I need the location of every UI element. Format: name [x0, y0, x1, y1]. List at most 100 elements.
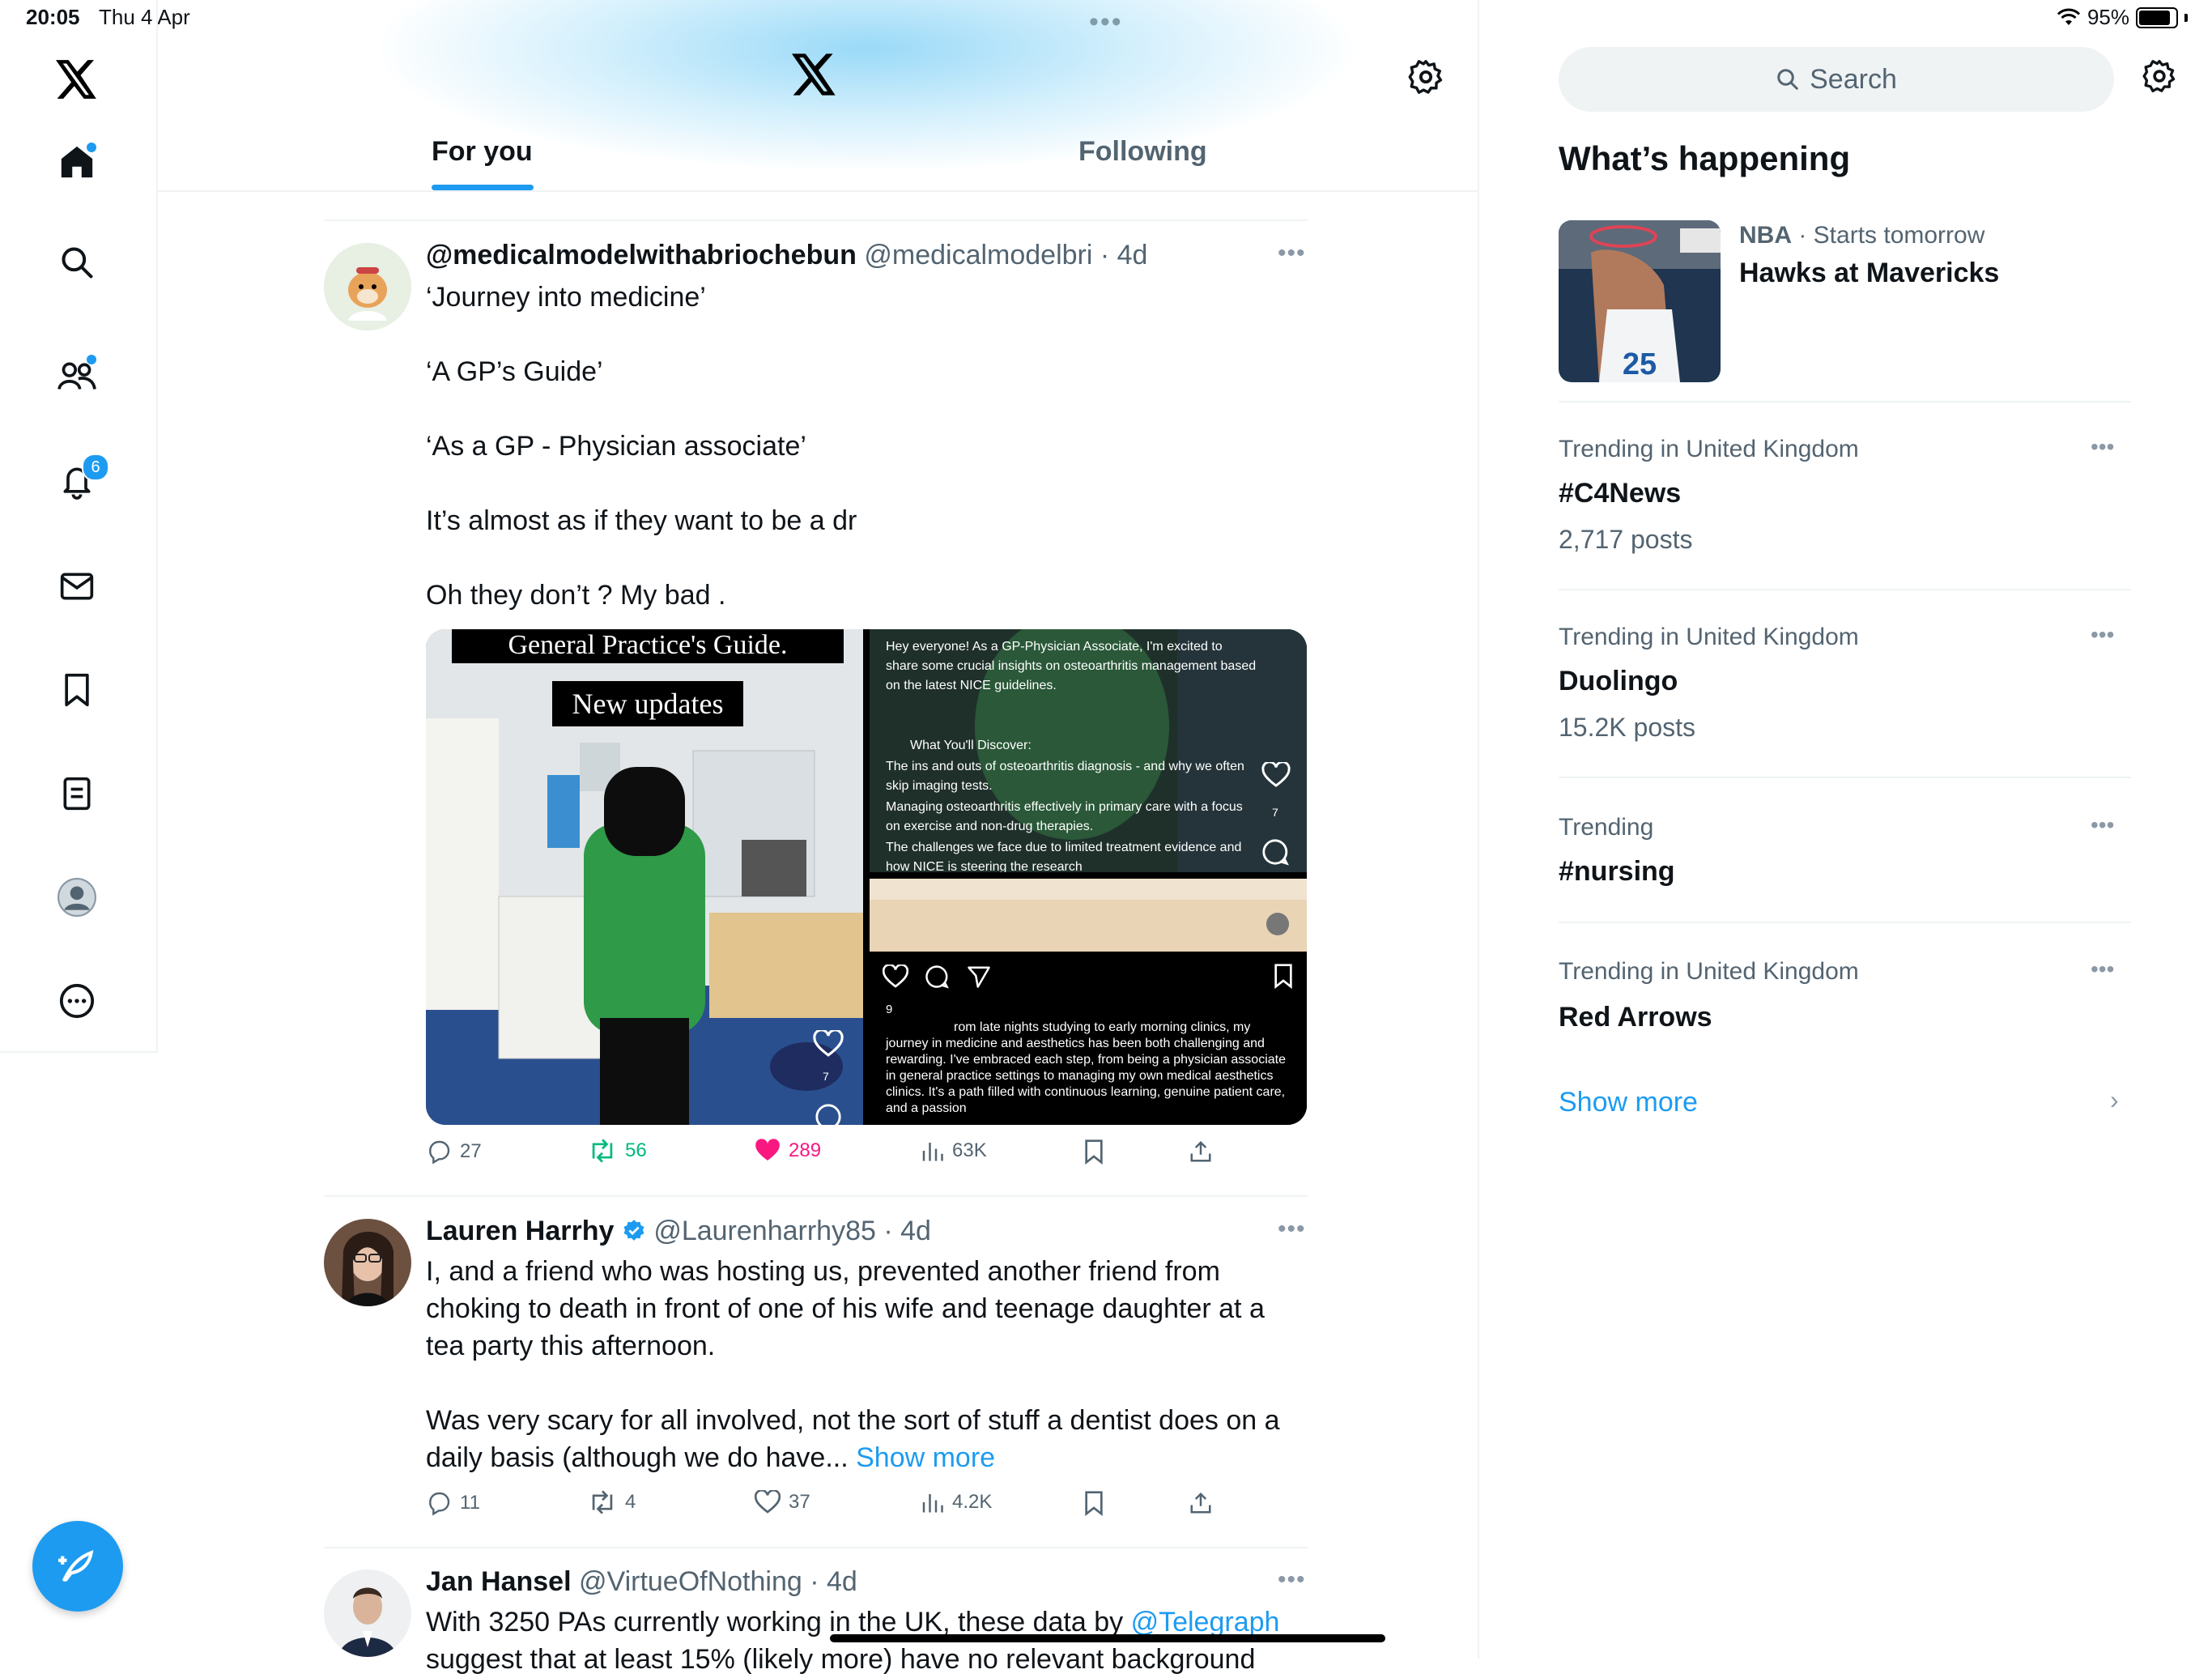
author-name[interactable]: Lauren Harrhy	[426, 1216, 614, 1246]
heart-icon	[813, 1029, 844, 1062]
trend-post-count: 2,717 posts	[1559, 525, 1693, 554]
trend-category: Trending in United Kingdom	[1559, 624, 1859, 650]
view-count: 63K	[952, 1139, 987, 1161]
tab-following[interactable]: Following	[1078, 136, 1207, 168]
avatar[interactable]	[324, 1569, 411, 1657]
tab-for-you[interactable]: For you	[432, 136, 533, 168]
media-overlay-item: The challenges we face due to limited tr…	[886, 841, 1242, 872]
show-more-link[interactable]: Show more	[856, 1442, 995, 1473]
event-image[interactable]: 25	[1559, 220, 1721, 382]
media-image-osteoarthritis-post[interactable]: Hey everyone! As a GP-Physician Associat…	[870, 629, 1307, 872]
trend-divider	[1559, 777, 2131, 778]
reply-button[interactable]: 11	[426, 1490, 480, 1516]
send-icon	[967, 965, 991, 993]
trend-more-options-icon[interactable]: •••	[2091, 622, 2114, 648]
trend-more-options-icon[interactable]: •••	[2091, 956, 2114, 982]
explore-settings-gear-icon[interactable]	[2142, 58, 2177, 98]
bookmark-icon	[1085, 1491, 1103, 1516]
communities-icon[interactable]	[54, 353, 100, 398]
more-options-icon[interactable]: •••	[1278, 1566, 1306, 1594]
comment-bubble-icon	[925, 965, 949, 993]
share-button[interactable]	[1189, 1490, 1213, 1516]
home-indicator[interactable]	[830, 1634, 1385, 1642]
home-icon[interactable]	[54, 139, 100, 185]
bookmark-icon	[1085, 1139, 1103, 1165]
avatar[interactable]	[324, 243, 411, 330]
media-image-clinic-room[interactable]: General Practice's Guide. New updates 7	[426, 629, 863, 1125]
reply-icon	[429, 1492, 450, 1516]
trend-title[interactable]: Duolingo	[1559, 666, 1678, 697]
messages-icon[interactable]	[54, 564, 100, 609]
left-navigation: 6	[0, 0, 158, 1053]
tweet-body: ‘Journey into medicine’ ‘A GP’s Guide’ ‘…	[426, 279, 1308, 651]
tweet-paragraph: ‘As a GP - Physician associate’	[426, 431, 806, 462]
share-button[interactable]	[1189, 1139, 1213, 1165]
repost-button[interactable]: 56	[588, 1139, 647, 1163]
tweet-body: I, and a friend who was hosting us, prev…	[426, 1253, 1308, 1476]
author-handle[interactable]: @Laurenharrhy85	[653, 1216, 876, 1246]
views-button[interactable]: 4.2K	[920, 1490, 992, 1514]
timeline-settings-gear-icon[interactable]	[1407, 58, 1444, 100]
tabs-divider	[156, 190, 1478, 192]
avatar[interactable]	[324, 1219, 411, 1306]
views-button[interactable]: 63K	[920, 1139, 987, 1163]
more-options-icon[interactable]: •••	[1278, 1216, 1306, 1243]
x-logo-icon[interactable]	[792, 53, 837, 100]
event-title[interactable]: Hawks at Mavericks	[1739, 258, 1999, 289]
trend-more-options-icon[interactable]: •••	[2091, 434, 2114, 460]
comment-bubble-icon	[1261, 838, 1289, 870]
comment-bubble-icon	[815, 1103, 842, 1125]
search-input[interactable]: Search	[1559, 47, 2114, 112]
reply-count: 11	[460, 1492, 480, 1514]
views-chart-icon	[922, 1143, 943, 1161]
more-options-icon[interactable]: •••	[1278, 240, 1306, 267]
trend-more-options-icon[interactable]: •••	[2091, 812, 2114, 838]
trend-divider	[1559, 922, 2131, 923]
tweet-divider	[324, 219, 1308, 221]
author-handle[interactable]: @medicalmodelbri	[864, 240, 1092, 270]
trend-post-count: 15.2K posts	[1559, 713, 1695, 742]
post-time[interactable]: 4d	[1117, 240, 1148, 270]
like-count: 37	[789, 1491, 810, 1513]
notifications-bell-icon[interactable]: 6	[54, 454, 109, 504]
trend-category: Trending in United Kingdom	[1559, 958, 1859, 985]
tweet-actions: 11 4 37 4.2K	[426, 1490, 1308, 1526]
compose-post-button[interactable]	[32, 1521, 123, 1612]
search-icon[interactable]	[54, 240, 100, 285]
tweet-header: @medicalmodelwithabriochebun @medicalmod…	[426, 240, 1148, 270]
bookmark-button[interactable]	[1083, 1490, 1104, 1516]
tweet-header: Jan Hansel @VirtueOfNothing · 4d	[426, 1566, 857, 1597]
trend-category: Trending	[1559, 814, 1654, 841]
bookmark-button[interactable]	[1083, 1139, 1104, 1165]
trend-title[interactable]: Red Arrows	[1559, 1002, 1712, 1033]
nav-divider	[0, 1051, 156, 1053]
author-name[interactable]: Jan Hansel	[426, 1566, 572, 1597]
media-image-instagram-post[interactable]: 9 rom late nights studying to early morn…	[870, 879, 1307, 1125]
show-more-link[interactable]: Show more	[1559, 1087, 1698, 1118]
views-chart-icon	[922, 1494, 943, 1513]
svg-text:25: 25	[1623, 347, 1657, 381]
author-name[interactable]: @medicalmodelwithabriochebun	[426, 240, 857, 270]
trend-title[interactable]: #C4News	[1559, 478, 1681, 509]
lists-icon[interactable]	[54, 771, 100, 816]
tweet-media-grid[interactable]: General Practice's Guide. New updates 7 …	[426, 629, 1307, 1125]
bookmarks-icon[interactable]	[54, 667, 100, 713]
author-handle[interactable]: @VirtueOfNothing	[579, 1566, 802, 1597]
post-time[interactable]: 4d	[900, 1216, 931, 1246]
reply-button[interactable]: 27	[426, 1139, 482, 1165]
x-logo-icon[interactable]	[54, 57, 100, 102]
wifi-icon	[2057, 8, 2081, 25]
mention-link[interactable]: @Telegraph	[1131, 1607, 1280, 1638]
post-time[interactable]: 4d	[827, 1566, 857, 1597]
like-button[interactable]: 37	[755, 1490, 810, 1514]
more-options-icon[interactable]	[54, 978, 100, 1024]
trend-divider	[1559, 589, 2131, 590]
profile-avatar-icon[interactable]	[54, 875, 100, 920]
trend-title[interactable]: #nursing	[1559, 856, 1675, 888]
status-indicators: 95%	[2057, 5, 2188, 30]
trend-divider	[1559, 401, 2131, 402]
media-like-count: 7	[1272, 806, 1278, 819]
media-like-count: 9	[886, 1003, 893, 1016]
like-button[interactable]: 289	[755, 1139, 821, 1163]
repost-button[interactable]: 4	[588, 1490, 636, 1514]
